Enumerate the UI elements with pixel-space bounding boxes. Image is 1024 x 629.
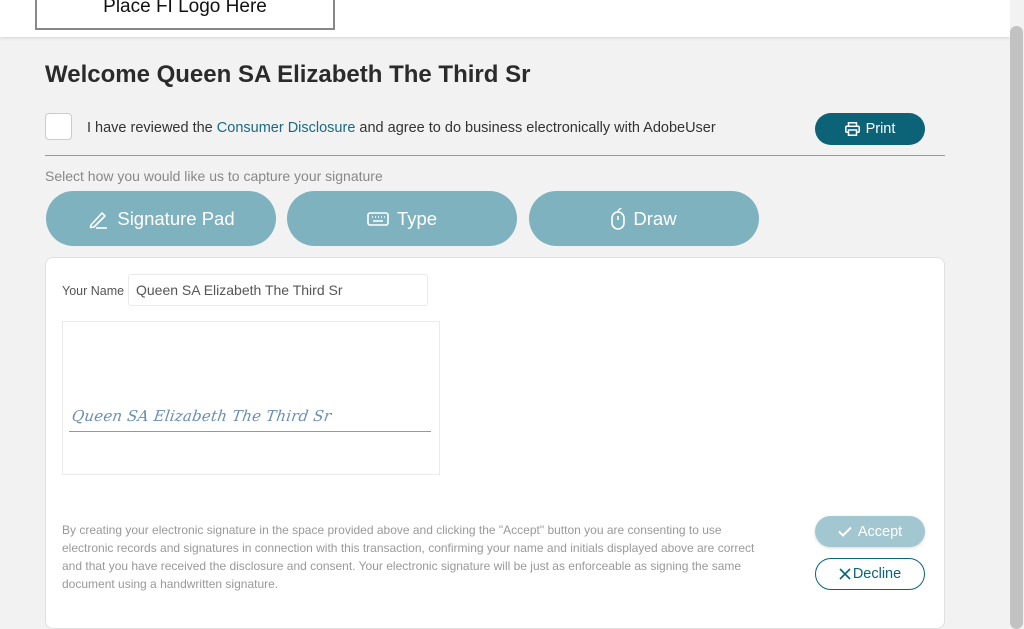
consent-prefix: I have reviewed the: [87, 120, 217, 136]
legal-consent-text: By creating your electronic signature in…: [62, 523, 755, 591]
logo-placeholder: Place FI Logo Here: [35, 0, 335, 30]
consent-suffix: and agree to do business electronically …: [355, 120, 716, 136]
print-label: Print: [865, 121, 896, 137]
accept-label: Accept: [857, 523, 903, 540]
close-icon: [839, 568, 851, 580]
draw-button[interactable]: Draw: [529, 191, 759, 246]
top-header-bar: Place FI Logo Here: [0, 0, 1010, 37]
vertical-scrollbar[interactable]: [1010, 0, 1024, 629]
pen-icon: [90, 211, 108, 229]
signature-pad-button[interactable]: Signature Pad: [46, 191, 276, 246]
consent-checkbox[interactable]: [45, 113, 72, 140]
signature-preview-box[interactable]: Queen SA Elizabeth The Third Sr: [62, 321, 440, 475]
signature-baseline: [69, 431, 431, 432]
type-button[interactable]: Type: [287, 191, 517, 246]
consumer-disclosure-link[interactable]: Consumer Disclosure: [217, 120, 356, 136]
keyboard-icon: [367, 211, 389, 226]
signature-preview-text: Queen SA Elizabeth The Third Sr: [70, 407, 333, 425]
scrollbar-thumb[interactable]: [1010, 26, 1023, 629]
consent-text: I have reviewed the Consumer Disclosure …: [87, 120, 716, 136]
signature-card: Your Name Queen SA Elizabeth The Third S…: [45, 257, 945, 629]
checkmark-icon: [838, 526, 852, 537]
page-title: Welcome Queen SA Elizabeth The Third Sr: [45, 61, 531, 88]
type-label: Type: [396, 207, 438, 229]
mouse-icon: [611, 207, 626, 230]
accept-button[interactable]: Accept: [815, 516, 925, 547]
section-divider: [45, 155, 945, 156]
signature-pad-label: Signature Pad: [117, 207, 235, 229]
decline-button[interactable]: Decline: [815, 558, 925, 590]
decline-label: Decline: [852, 566, 902, 582]
printer-icon: [844, 122, 860, 136]
your-name-input[interactable]: Queen SA Elizabeth The Third Sr: [128, 274, 428, 306]
draw-label: Draw: [633, 207, 677, 229]
your-name-label: Your Name: [62, 284, 125, 298]
print-button[interactable]: Print: [815, 113, 925, 145]
capture-prompt: Select how you would like us to capture …: [45, 168, 383, 184]
